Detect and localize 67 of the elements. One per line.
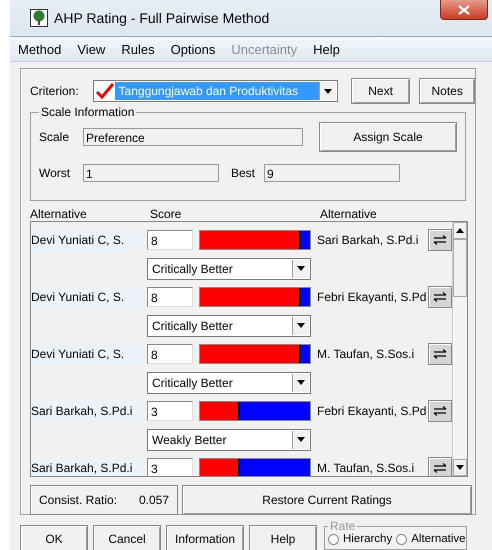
- verbal-dropdown[interactable]: Critically Better: [147, 372, 311, 394]
- scale-field: Preference: [83, 128, 303, 146]
- dialog-button[interactable]: Cancel: [93, 525, 161, 550]
- notes-button[interactable]: Notes: [419, 78, 475, 104]
- dialog-button[interactable]: OK: [20, 525, 88, 550]
- menu-item[interactable]: View: [77, 42, 106, 56]
- close-button[interactable]: [440, 0, 488, 20]
- swap-button[interactable]: [428, 229, 452, 251]
- verbal-dropdown[interactable]: Critically Better: [147, 314, 311, 336]
- alternative-name: Febri Ekayanti, S.Pd: [317, 290, 428, 304]
- next-button[interactable]: Next: [350, 78, 410, 104]
- alternative-name: Febri Ekayanti, S.Pd: [317, 404, 428, 418]
- restore-button[interactable]: Restore Current Ratings: [182, 485, 472, 515]
- swap-arrows-icon: [433, 463, 447, 473]
- verbal-dropdown[interactable]: Weakly Better: [147, 428, 311, 450]
- alternative-name: Sari Barkah, S.Pd.i: [31, 401, 142, 421]
- worst-label: Worst: [39, 166, 72, 180]
- swap-button[interactable]: [428, 286, 452, 308]
- menu-item[interactable]: Rules: [121, 42, 155, 56]
- score-field[interactable]: 3: [147, 401, 193, 421]
- scale-label: Scale: [39, 130, 70, 144]
- swap-arrows-icon: [433, 349, 447, 359]
- group-title: Rate: [329, 519, 356, 533]
- menu-item[interactable]: Help: [313, 42, 340, 56]
- score-field[interactable]: 3: [147, 458, 193, 476]
- window-title: AHP Rating - Full Pairwise Method: [54, 10, 270, 26]
- best-field: 9: [264, 164, 400, 182]
- swap-arrows-icon: [433, 406, 447, 416]
- menu-item[interactable]: Options: [170, 42, 216, 56]
- radio-option[interactable]: Hierarchy: [328, 533, 392, 545]
- alternative-name: M. Taufan, S.Sos.i: [317, 461, 416, 475]
- column-header: Alternative: [30, 207, 88, 221]
- verbal-dropdown[interactable]: Critically Better: [147, 258, 311, 280]
- alternative-name: Devi Yuniati C, S.: [31, 344, 142, 364]
- swap-button[interactable]: [428, 400, 452, 422]
- menu-item[interactable]: Method: [18, 42, 62, 56]
- criterion-label: Criterion:: [30, 84, 80, 98]
- tree-icon: [30, 9, 48, 27]
- consistency-value: 0.057: [138, 493, 169, 507]
- swap-button[interactable]: [428, 457, 452, 476]
- assign-scale-button[interactable]: Assign Scale: [319, 122, 457, 152]
- alternative-name: Sari Barkah, S.Pd.i: [317, 233, 420, 247]
- worst-field: 1: [83, 164, 219, 182]
- score-field[interactable]: 8: [147, 287, 193, 307]
- scrollbar[interactable]: [452, 222, 467, 476]
- alternative-name: Devi Yuniati C, S.: [31, 230, 142, 250]
- scroll-down-icon[interactable]: [453, 459, 467, 476]
- best-label: Best: [231, 166, 256, 180]
- alternative-name: M. Taufan, S.Sos.i: [317, 347, 416, 361]
- alternative-name: Devi Yuniati C, S.: [31, 287, 142, 307]
- dialog-button[interactable]: Information: [166, 525, 244, 550]
- swap-button[interactable]: [428, 343, 452, 365]
- scroll-thumb[interactable]: [453, 239, 467, 297]
- score-field[interactable]: 8: [147, 230, 193, 250]
- column-header: Alternative: [320, 207, 377, 221]
- scroll-up-icon[interactable]: [453, 222, 467, 239]
- checkmark-icon: [94, 83, 115, 99]
- dialog-button[interactable]: Help: [249, 525, 317, 550]
- score-field[interactable]: 8: [147, 344, 193, 364]
- swap-arrows-icon: [433, 235, 447, 245]
- alternative-name: Sari Barkah, S.Pd.i: [31, 458, 142, 476]
- group-title: Scale Information: [40, 105, 136, 119]
- column-header: Score: [150, 207, 182, 221]
- swap-arrows-icon: [433, 292, 447, 302]
- radio-option[interactable]: Alternative: [396, 533, 466, 545]
- consistency-label: Consist. Ratio:: [39, 493, 118, 507]
- close-icon: [458, 4, 470, 14]
